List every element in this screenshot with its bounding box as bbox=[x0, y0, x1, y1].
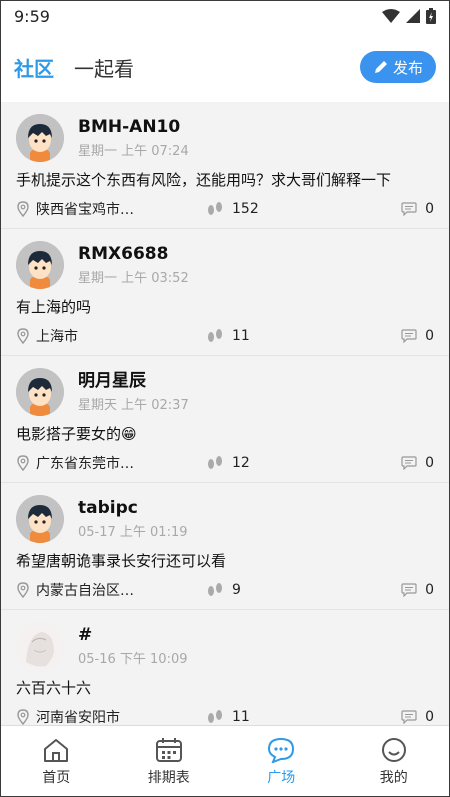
post-views: 11 bbox=[232, 328, 250, 344]
home-icon bbox=[44, 738, 69, 762]
location-pin-icon bbox=[17, 201, 29, 217]
post-views: 152 bbox=[232, 201, 259, 217]
battery-icon bbox=[426, 8, 436, 24]
comment-icon bbox=[401, 329, 417, 343]
post-content[interactable]: 六百六十六 bbox=[16, 678, 434, 698]
avatar[interactable] bbox=[16, 495, 64, 543]
post-content[interactable]: 电影搭子要女的😁 bbox=[16, 424, 434, 444]
status-bar: 9:59 bbox=[0, 0, 450, 32]
post-comments: 0 bbox=[425, 328, 434, 344]
post-location: 内蒙古自治区… bbox=[36, 583, 134, 599]
comment-button[interactable]: 0 bbox=[401, 709, 434, 725]
avatar[interactable] bbox=[16, 622, 64, 670]
post-feed[interactable]: BMH-AN10 星期一 上午 07:24 手机提示这个东西有风险，还能用吗？求… bbox=[0, 102, 450, 725]
signal-icon bbox=[406, 9, 420, 23]
post-time: 星期一 上午 07:24 bbox=[78, 144, 189, 159]
tab-community[interactable]: 社区 bbox=[14, 53, 54, 82]
avatar[interactable] bbox=[16, 368, 64, 416]
post-content[interactable]: 希望唐朝诡事录长安行还可以看 bbox=[16, 551, 434, 571]
chat-bubble-icon bbox=[268, 737, 295, 763]
post-location: 河南省安阳市 bbox=[36, 710, 120, 725]
post-location: 陕西省宝鸡市… bbox=[36, 202, 134, 218]
post-comments: 0 bbox=[425, 455, 434, 471]
location-pin-icon bbox=[17, 455, 29, 471]
post-time: 星期一 上午 03:52 bbox=[78, 271, 189, 286]
comment-icon bbox=[401, 710, 417, 724]
bottom-nav: 首页 排期表 广场 我的 bbox=[0, 725, 450, 797]
post-location: 上海市 bbox=[36, 329, 78, 345]
post-views: 9 bbox=[232, 582, 241, 598]
footprint-icon bbox=[208, 456, 222, 469]
footprint-icon bbox=[208, 710, 222, 723]
nav-label: 广场 bbox=[267, 769, 296, 786]
publish-label: 发布 bbox=[392, 58, 423, 77]
nav-home[interactable]: 首页 bbox=[0, 726, 113, 797]
avatar[interactable] bbox=[16, 241, 64, 289]
comment-icon bbox=[401, 583, 417, 597]
post-card[interactable]: # 05-16 下午 10:09 六百六十六 河南省安阳市 11 0 bbox=[0, 610, 450, 725]
post-card[interactable]: tabipc 05-17 上午 01:19 希望唐朝诡事录长安行还可以看 内蒙古… bbox=[0, 483, 450, 610]
post-card[interactable]: RMX6688 星期一 上午 03:52 有上海的吗 上海市 11 0 bbox=[0, 229, 450, 356]
nav-label: 我的 bbox=[379, 769, 408, 786]
footprint-icon bbox=[208, 202, 222, 215]
nav-label: 排期表 bbox=[147, 769, 190, 786]
comment-icon bbox=[401, 202, 417, 216]
footprint-icon bbox=[208, 583, 222, 596]
post-username[interactable]: 明月星辰 bbox=[78, 370, 189, 392]
top-header: 社区 一起看 发布 bbox=[0, 32, 450, 102]
smiley-icon bbox=[381, 737, 406, 762]
comment-button[interactable]: 0 bbox=[401, 328, 434, 344]
post-time: 05-16 下午 10:09 bbox=[78, 652, 188, 667]
tab-watch-together[interactable]: 一起看 bbox=[74, 53, 134, 82]
post-comments: 0 bbox=[425, 582, 434, 598]
nav-schedule[interactable]: 排期表 bbox=[113, 726, 226, 797]
post-card[interactable]: 明月星辰 星期天 上午 02:37 电影搭子要女的😁 广东省东莞市… 12 0 bbox=[0, 356, 450, 483]
publish-button[interactable]: 发布 bbox=[360, 51, 436, 83]
wifi-icon bbox=[382, 9, 400, 23]
calendar-icon bbox=[155, 737, 182, 762]
post-time: 05-17 上午 01:19 bbox=[78, 525, 188, 540]
pencil-icon bbox=[374, 61, 387, 73]
nav-square[interactable]: 广场 bbox=[225, 726, 338, 797]
post-content[interactable]: 手机提示这个东西有风险，还能用吗？求大哥们解释一下 bbox=[16, 170, 434, 190]
nav-mine[interactable]: 我的 bbox=[338, 726, 450, 797]
post-comments: 0 bbox=[425, 709, 434, 725]
post-location: 广东省东莞市… bbox=[36, 456, 134, 472]
location-pin-icon bbox=[17, 328, 29, 344]
post-comments: 0 bbox=[425, 201, 434, 217]
comment-button[interactable]: 0 bbox=[401, 201, 434, 217]
comment-icon bbox=[401, 456, 417, 470]
post-username[interactable]: RMX6688 bbox=[78, 243, 189, 265]
footprint-icon bbox=[208, 329, 222, 342]
post-views: 12 bbox=[232, 455, 250, 471]
nav-label: 首页 bbox=[42, 769, 71, 786]
post-username[interactable]: BMH-AN10 bbox=[78, 116, 189, 138]
post-content[interactable]: 有上海的吗 bbox=[16, 297, 434, 317]
post-card[interactable]: BMH-AN10 星期一 上午 07:24 手机提示这个东西有风险，还能用吗？求… bbox=[0, 102, 450, 229]
location-pin-icon bbox=[17, 582, 29, 598]
post-time: 星期天 上午 02:37 bbox=[78, 398, 189, 413]
comment-button[interactable]: 0 bbox=[401, 582, 434, 598]
comment-button[interactable]: 0 bbox=[401, 455, 434, 471]
avatar[interactable] bbox=[16, 114, 64, 162]
post-views: 11 bbox=[232, 709, 250, 725]
post-username[interactable]: tabipc bbox=[78, 497, 188, 519]
post-username[interactable]: # bbox=[78, 624, 188, 646]
location-pin-icon bbox=[17, 709, 29, 725]
status-time: 9:59 bbox=[14, 6, 50, 26]
status-icons bbox=[382, 8, 436, 24]
